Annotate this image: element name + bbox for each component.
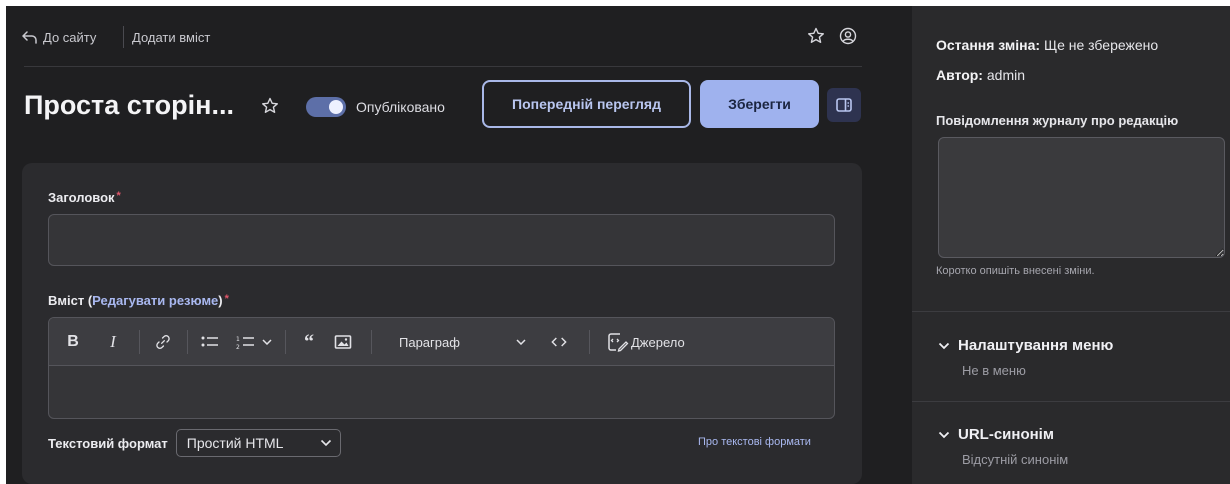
paragraph-chevron-icon[interactable] — [515, 332, 527, 352]
url-alias-label: URL-синонім — [958, 426, 1054, 443]
bulleted-list-icon[interactable] — [199, 332, 221, 352]
list-options-chevron-icon[interactable] — [261, 332, 273, 352]
revision-log-hint: Коротко опишіть внесені зміни. — [936, 265, 1095, 277]
body-field-label: Вміст (Редагувати резюме) * — [48, 293, 229, 308]
required-marker: * — [116, 190, 121, 202]
body-editor: B I 12 “ Параграф Джерело — [48, 317, 835, 419]
source-icon[interactable] — [605, 332, 631, 352]
menu-settings-label: Налаштування меню — [958, 337, 1114, 354]
top-icons — [806, 26, 858, 46]
top-bar: До сайту Додати вміст — [6, 6, 912, 68]
title-field-label: Заголовок * — [48, 190, 121, 205]
menu-settings-summary: Не в меню — [962, 363, 1026, 378]
url-alias-summary: Відсутній синонім — [962, 452, 1069, 467]
title-label-text: Заголовок — [48, 190, 115, 205]
chevron-down-icon — [320, 439, 331, 447]
breadcrumb-divider — [123, 26, 124, 48]
body-label-prefix: Вміст ( — [48, 293, 93, 308]
user-icon[interactable] — [838, 26, 858, 46]
star-icon[interactable] — [806, 26, 826, 46]
italic-icon[interactable]: I — [103, 332, 123, 352]
header-divider — [24, 66, 862, 67]
toolbar-separator — [285, 330, 286, 354]
author-line: Автор: admin — [936, 67, 1025, 83]
title-row: Проста сторін... Опубліковано Попередній… — [6, 80, 912, 132]
body-label-suffix: ) — [218, 293, 223, 308]
published-label: Опубліковано — [356, 99, 445, 115]
last-change-label: Остання зміна: — [936, 37, 1041, 53]
toggle-sidebar-button[interactable] — [827, 88, 861, 122]
edit-summary-link[interactable]: Редагувати резюме — [92, 293, 218, 308]
last-change-line: Остання зміна: Ще не збережено — [936, 37, 1158, 53]
text-format-row: Текстовий формат Простий HTML — [48, 429, 341, 457]
author-value: admin — [986, 67, 1026, 83]
svg-text:2: 2 — [236, 344, 240, 350]
text-formats-help-link[interactable]: Про текстові формати — [698, 436, 811, 448]
last-change-value: Ще не збережено — [1043, 37, 1159, 53]
sidebar-divider — [912, 311, 1230, 312]
chevron-down-icon — [938, 342, 950, 349]
back-to-site-label: До сайту — [43, 30, 97, 45]
published-toggle[interactable] — [306, 97, 346, 117]
menu-settings-toggle[interactable]: Налаштування меню — [938, 337, 1113, 354]
main-content: До сайту Додати вміст Проста сторін... О… — [6, 6, 912, 484]
text-format-label: Текстовий формат — [48, 435, 168, 451]
toolbar-separator — [371, 330, 372, 354]
toolbar-separator — [187, 330, 188, 354]
meta-sidebar: Остання зміна: Ще не збережено Автор: ad… — [912, 6, 1230, 484]
text-format-select[interactable]: Простий HTML — [175, 429, 341, 457]
svg-text:1: 1 — [236, 336, 240, 343]
favorite-star-icon[interactable] — [260, 96, 280, 116]
back-arrow-icon — [22, 31, 37, 44]
revision-log-label: Повідомлення журналу про редакцію — [936, 113, 1179, 128]
sidebar-panel-icon — [836, 98, 852, 112]
breadcrumb: Додати вміст — [132, 30, 211, 45]
blockquote-icon[interactable]: “ — [299, 331, 319, 353]
bold-icon[interactable]: B — [63, 332, 83, 352]
code-icon[interactable] — [549, 332, 569, 352]
editor-toolbar: B I 12 “ Параграф Джерело — [49, 318, 834, 366]
required-marker: * — [224, 293, 229, 305]
text-format-value: Простий HTML — [186, 435, 284, 451]
back-to-site-link[interactable]: До сайту — [22, 30, 96, 45]
sidebar-divider — [912, 401, 1230, 402]
url-alias-toggle[interactable]: URL-синонім — [938, 426, 1054, 443]
image-icon[interactable] — [333, 332, 353, 352]
content-form: Заголовок * Вміст (Редагувати резюме) * B … — [22, 163, 862, 484]
revision-log-textarea[interactable] — [938, 137, 1225, 258]
editor-body-area[interactable] — [49, 366, 834, 418]
preview-button[interactable]: Попередній перегляд — [482, 80, 691, 128]
toggle-knob — [329, 100, 343, 114]
author-label: Автор: — [936, 67, 983, 83]
source-button-label[interactable]: Джерело — [631, 332, 711, 352]
page-title: Проста сторін... — [24, 90, 234, 120]
save-button[interactable]: Зберегти — [700, 80, 819, 128]
paragraph-format-select[interactable]: Параграф — [399, 332, 479, 352]
toolbar-separator — [589, 330, 590, 354]
toolbar-separator — [139, 330, 140, 354]
title-input[interactable] — [48, 214, 835, 266]
chevron-down-icon — [938, 431, 950, 438]
numbered-list-icon[interactable]: 12 — [235, 332, 257, 352]
link-icon[interactable] — [153, 332, 173, 352]
